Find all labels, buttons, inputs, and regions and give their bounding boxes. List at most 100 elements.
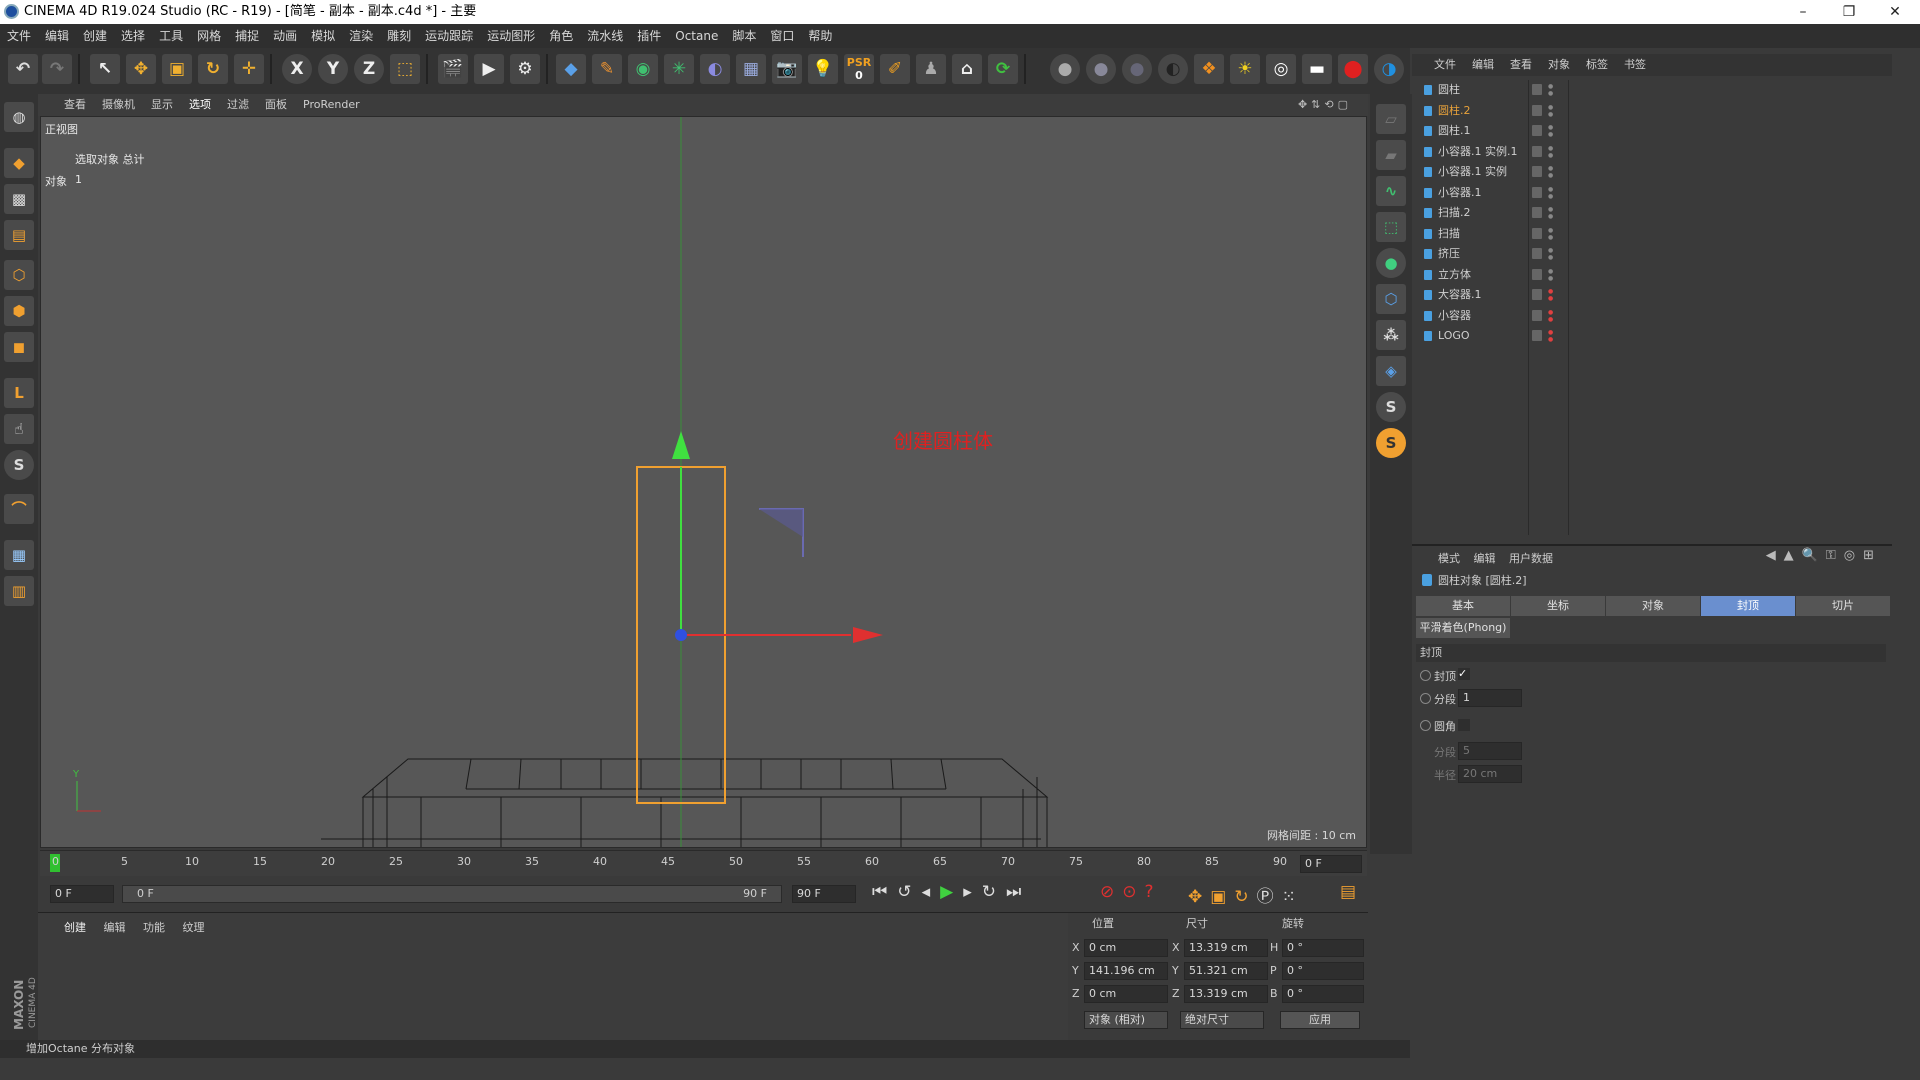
object-row[interactable]: 圆柱.1 — [1420, 121, 1526, 141]
menu-create[interactable]: 创建 — [76, 24, 114, 48]
snapping-icon[interactable]: S — [4, 450, 34, 480]
close-button[interactable]: ✕ — [1872, 0, 1918, 24]
size-x-field[interactable]: 13.319 cm — [1184, 939, 1268, 957]
lock-workplane-icon[interactable]: ▥ — [4, 576, 34, 606]
workplane-mode-icon[interactable]: ▤ — [4, 220, 34, 250]
material-tab-function[interactable]: 功能 — [143, 921, 165, 934]
end-frame-field[interactable]: 90 F — [792, 885, 856, 903]
maximize-button[interactable]: ❐ — [1826, 0, 1872, 24]
size-z-field[interactable]: 13.319 cm — [1184, 985, 1268, 1003]
attr-tab-slice[interactable]: 切片 — [1796, 596, 1890, 616]
object-row[interactable]: 扫描.2 — [1420, 203, 1526, 223]
attr-tab-phong[interactable]: 平滑着色(Phong) — [1416, 618, 1510, 638]
object-render-dots[interactable]: ● ● — [1548, 104, 1554, 118]
size-mode-select[interactable]: 绝对尺寸 — [1180, 1011, 1264, 1029]
object-visibility-toggle[interactable] — [1532, 227, 1542, 239]
object-row[interactable]: 圆柱.2 — [1420, 101, 1526, 121]
cap-checkbox[interactable]: ✓ — [1458, 668, 1470, 680]
tweak-mode-icon[interactable]: ☝ — [4, 414, 34, 444]
viewport-menu-filter[interactable]: 过滤 — [219, 94, 257, 116]
object-render-dots[interactable]: ● ● — [1548, 227, 1554, 241]
refresh-octane-icon[interactable]: ⟳ — [988, 54, 1018, 84]
attr-menu-edit[interactable]: 编辑 — [1474, 552, 1496, 565]
rotation-p-field[interactable]: 0 ° — [1282, 962, 1364, 980]
position-z-field[interactable]: 0 cm — [1084, 985, 1168, 1003]
extrude-tool-icon[interactable]: ⬚ — [1376, 212, 1406, 242]
fillet-radius-field[interactable]: 20 cm — [1458, 765, 1522, 783]
deformer-icon[interactable]: ◐ — [700, 54, 730, 84]
viewport-menu-panel[interactable]: 面板 — [257, 94, 295, 116]
object-row[interactable]: LOGO — [1420, 326, 1526, 346]
object-row[interactable]: 小容器.1 — [1420, 183, 1526, 203]
edit-render-settings-icon[interactable]: ⚙ — [510, 54, 540, 84]
unknown-tool-icon-1[interactable]: ▱ — [1376, 104, 1406, 134]
x-axis-lock-icon[interactable]: X — [282, 54, 312, 84]
subdivision-surface-icon[interactable]: ◉ — [628, 54, 658, 84]
object-render-dots[interactable]: ● ● — [1548, 124, 1554, 138]
make-editable-icon[interactable]: ◍ — [4, 102, 34, 132]
current-frame-field[interactable]: 0 F — [1300, 855, 1362, 873]
menu-sculpt[interactable]: 雕刻 — [380, 24, 418, 48]
goto-next-key-icon[interactable]: ↻ — [982, 882, 1006, 902]
live-select-icon[interactable]: ↖ — [90, 54, 120, 84]
character-icon[interactable]: ♟ — [916, 54, 946, 84]
object-render-dots[interactable]: ● ● — [1548, 309, 1554, 323]
move-icon[interactable]: ✥ — [126, 54, 156, 84]
target-icon[interactable]: ◎ — [1266, 54, 1296, 84]
points-mode-icon[interactable]: ⬡ — [4, 260, 34, 290]
object-visibility-toggle[interactable] — [1532, 186, 1542, 198]
cloner-icon[interactable]: ✳ — [664, 54, 694, 84]
magnet-icon[interactable]: ⌒ — [4, 494, 34, 524]
menu-window[interactable]: 窗口 — [763, 24, 801, 48]
cap-animate-radio[interactable] — [1420, 670, 1431, 681]
menu-script[interactable]: 脚本 — [725, 24, 763, 48]
object-visibility-toggle[interactable] — [1532, 84, 1542, 95]
objmgr-menu-objects[interactable]: 对象 — [1540, 54, 1578, 76]
timeline-window-icon[interactable]: ▤ — [1340, 882, 1356, 902]
fillet-checkbox[interactable] — [1458, 719, 1470, 731]
light-icon[interactable]: 💡 — [808, 54, 838, 84]
menu-plugins[interactable]: 插件 — [630, 24, 668, 48]
rotation-h-field[interactable]: 0 ° — [1282, 939, 1364, 957]
coordinate-system-icon[interactable]: ⬚ — [390, 54, 420, 84]
recent-tool-icon[interactable]: ✛ — [234, 54, 264, 84]
timeline-ruler[interactable]: 0 5 10 15 20 25 30 35 40 45 50 55 60 65 … — [40, 850, 1367, 876]
position-x-field[interactable]: 0 cm — [1084, 939, 1168, 957]
record-parameter-icon[interactable]: Ⓟ — [1257, 887, 1282, 907]
record-active-objects-icon[interactable]: ⊘ — [1100, 882, 1122, 902]
move-gizmo-center[interactable] — [675, 629, 687, 641]
objmgr-menu-bookmarks[interactable]: 书签 — [1616, 54, 1654, 76]
attr-tab-caps[interactable]: 封顶 — [1701, 596, 1795, 616]
menu-snap[interactable]: 捕捉 — [228, 24, 266, 48]
coordinate-mode-select[interactable]: 对象 (相对) — [1084, 1011, 1168, 1029]
menu-select[interactable]: 选择 — [114, 24, 152, 48]
rotation-b-field[interactable]: 0 ° — [1282, 985, 1364, 1003]
octane-scatter-icon[interactable]: S — [1376, 428, 1406, 458]
attr-tab-object[interactable]: 对象 — [1606, 596, 1700, 616]
unknown-tool-icon-2[interactable]: ▰ — [1376, 140, 1406, 170]
object-render-dots[interactable]: ● ● — [1548, 165, 1554, 179]
object-visibility-toggle[interactable] — [1532, 145, 1542, 157]
viewport-menu-camera[interactable]: 摄像机 — [94, 94, 143, 116]
menu-mograph[interactable]: 运动图形 — [480, 24, 542, 48]
menu-file[interactable]: 文件 — [0, 24, 38, 48]
floor-icon[interactable]: ▦ — [736, 54, 766, 84]
next-frame-icon[interactable]: ▸ — [963, 882, 982, 902]
object-render-dots[interactable]: ● ● — [1548, 268, 1554, 282]
minimize-button[interactable]: – — [1780, 0, 1826, 24]
brush-icon[interactable]: ✐ — [880, 54, 910, 84]
object-row[interactable]: 圆柱 — [1420, 80, 1526, 100]
octane-object-icon[interactable]: ❖ — [1194, 54, 1224, 84]
rotate-icon[interactable]: ↻ — [198, 54, 228, 84]
goz-icon[interactable]: ⌂ — [952, 54, 982, 84]
attr-menu-user-data[interactable]: 用户数据 — [1509, 552, 1553, 565]
undo-icon[interactable]: ↶ — [8, 54, 38, 84]
psr-button[interactable]: PSR 0 — [844, 54, 874, 84]
object-render-dots[interactable]: ● ● — [1548, 288, 1554, 302]
menu-help[interactable]: 帮助 — [801, 24, 839, 48]
record-icon[interactable]: ⬤ — [1338, 54, 1368, 84]
objmgr-menu-file[interactable]: 文件 — [1412, 54, 1464, 76]
object-row[interactable]: 小容器.1 实例 — [1420, 162, 1526, 182]
previous-frame-icon[interactable]: ◂ — [922, 882, 941, 902]
object-render-dots[interactable]: ● ● — [1548, 145, 1554, 159]
